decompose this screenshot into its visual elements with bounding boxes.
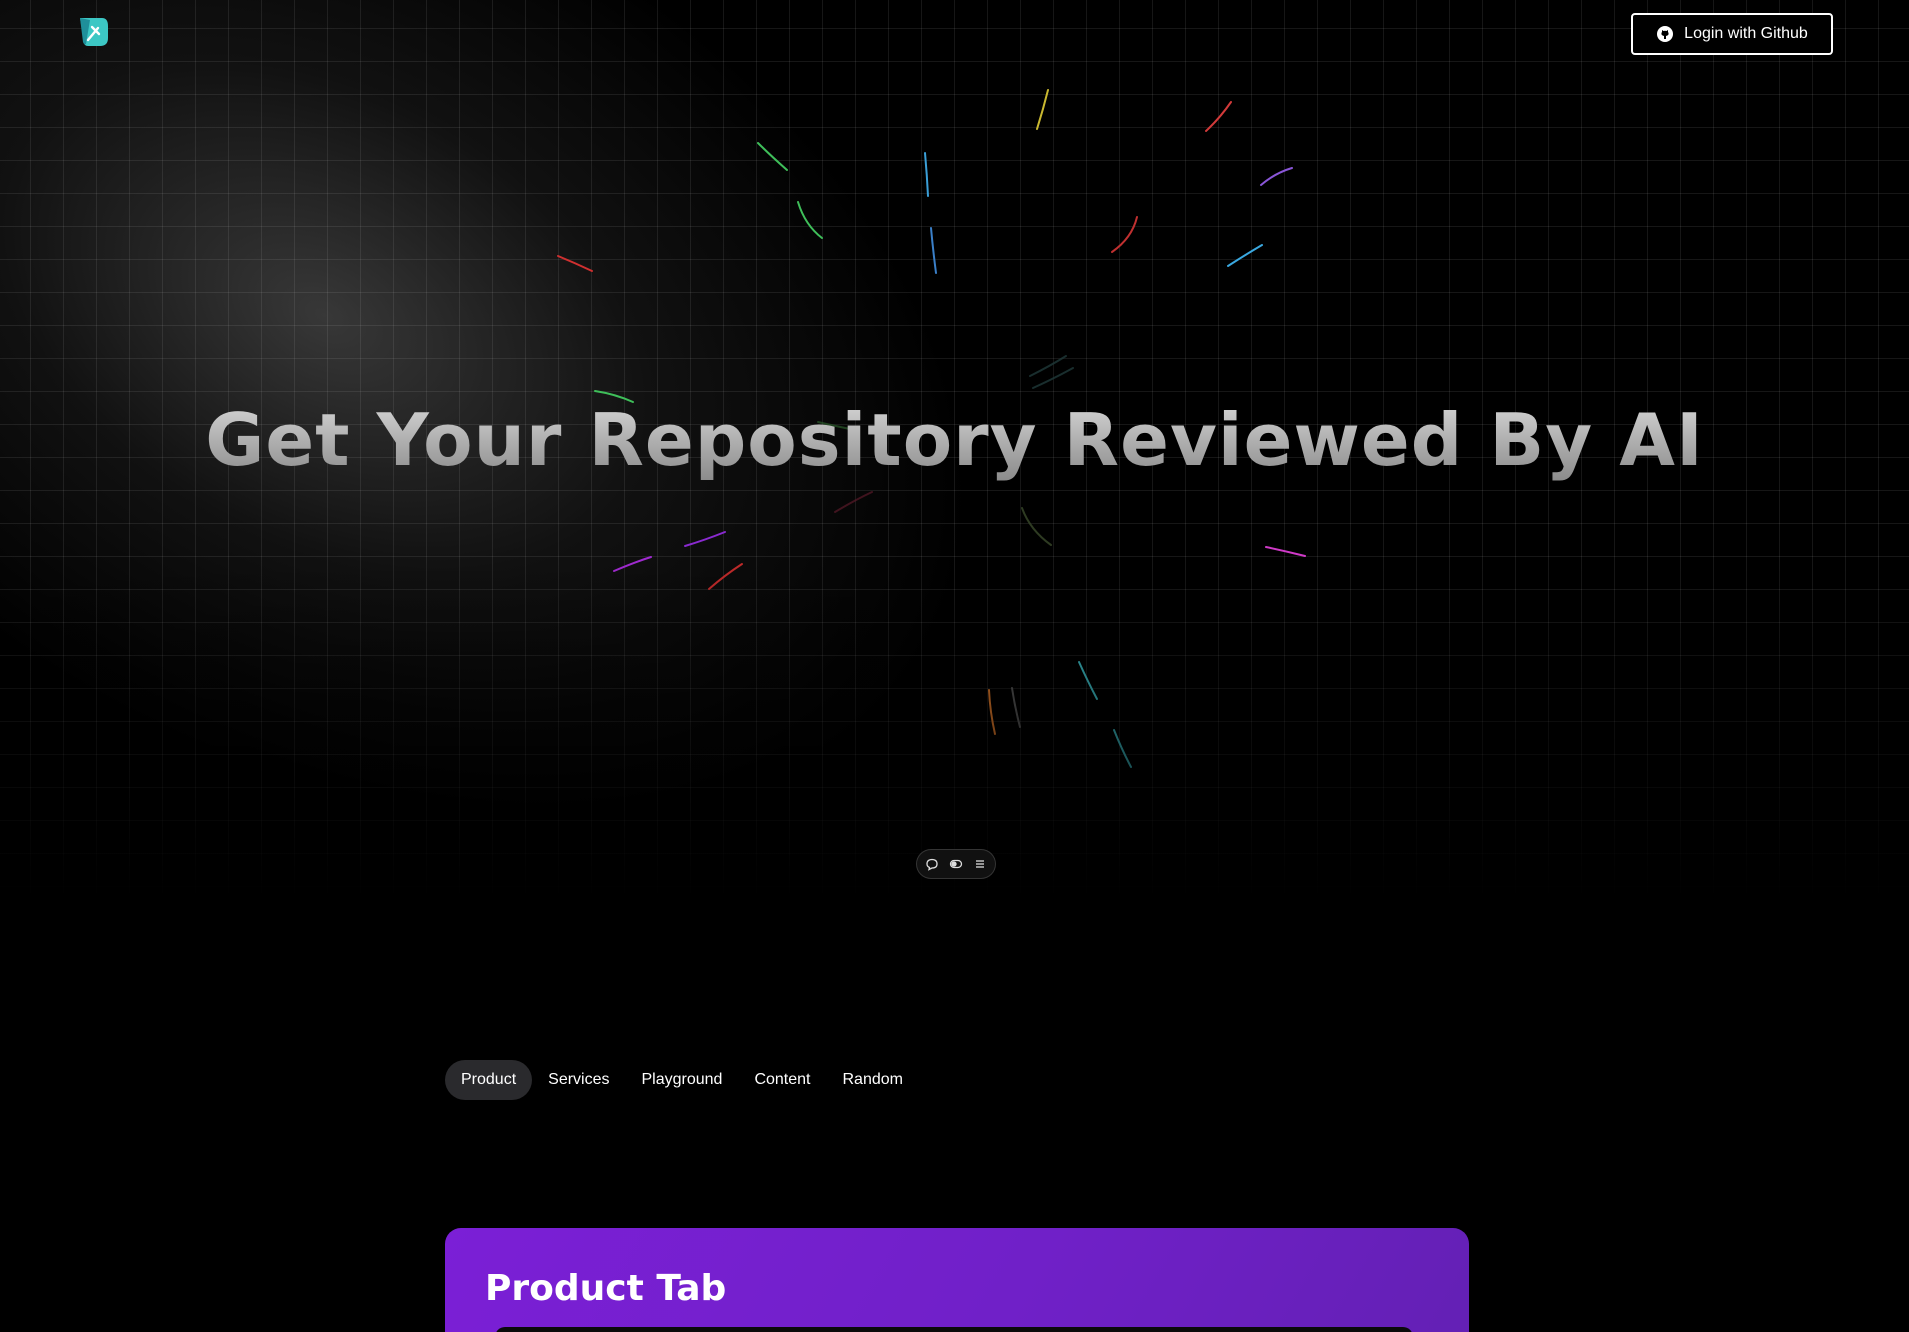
streak (1036, 89, 1049, 130)
streak (1227, 244, 1263, 267)
streak (1021, 507, 1052, 546)
streak (684, 531, 726, 547)
page: Login with Github Get Your Repository Re… (0, 0, 1909, 1332)
login-with-github-button[interactable]: Login with Github (1631, 13, 1833, 55)
streak (708, 563, 743, 590)
streak (1205, 101, 1232, 132)
streak (924, 152, 929, 197)
streak (557, 255, 593, 272)
streak (1078, 661, 1098, 700)
streak (1265, 546, 1306, 557)
tab-content[interactable]: Content (738, 1060, 826, 1100)
tab-random[interactable]: Random (827, 1060, 919, 1100)
login-button-label: Login with Github (1684, 25, 1808, 42)
streak (1029, 355, 1067, 377)
streak (988, 689, 996, 735)
streak (1011, 687, 1021, 728)
streak (613, 556, 652, 572)
hero-section: Login with Github Get Your Repository Re… (0, 0, 1909, 900)
tab-services[interactable]: Services (532, 1060, 625, 1100)
streak (797, 201, 823, 239)
streak (930, 227, 937, 274)
streak (757, 142, 788, 171)
menu-icon[interactable] (973, 857, 987, 871)
section-tabs: Product Services Playground Content Rand… (445, 1060, 919, 1100)
streak (1113, 729, 1132, 768)
card-inner-panel (495, 1327, 1413, 1332)
floating-toolbar (916, 849, 996, 879)
tab-playground[interactable]: Playground (626, 1060, 739, 1100)
streak (1260, 167, 1293, 186)
card-title: Product Tab (485, 1268, 727, 1309)
github-icon (1657, 26, 1674, 42)
product-tab-card: Product Tab (445, 1228, 1469, 1332)
chat-bubble-icon[interactable] (925, 857, 939, 871)
streak (834, 491, 873, 513)
hero-headline: Get Your Repository Reviewed By AI (0, 398, 1909, 482)
streak (1111, 216, 1138, 253)
tab-product[interactable]: Product (445, 1060, 533, 1100)
toggle-icon[interactable] (949, 857, 963, 871)
brand-logo[interactable] (76, 14, 110, 48)
logo-icon (80, 18, 108, 46)
